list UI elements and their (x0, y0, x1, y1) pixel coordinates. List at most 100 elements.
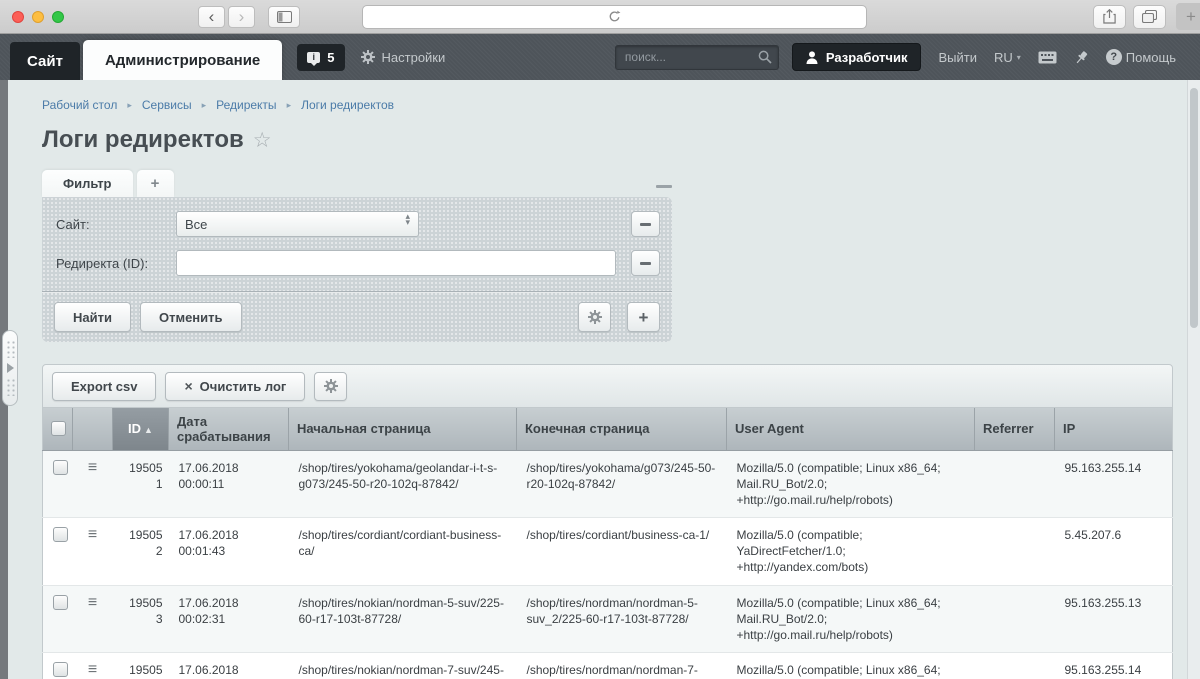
row-checkbox[interactable] (53, 527, 68, 542)
cell-date: 17.06.2018 00:03:19 (169, 653, 289, 679)
select-all-checkbox[interactable] (51, 421, 66, 436)
sidebar-toggle-button[interactable] (268, 6, 300, 28)
tab-overview-button[interactable] (1133, 5, 1166, 29)
redirect-id-field-label: Редиректа (ID): (56, 256, 176, 271)
row-menu-icon[interactable]: ≡ (88, 594, 97, 611)
back-button[interactable]: ‹ (198, 6, 225, 28)
table-row: ≡ 195051 17.06.2018 00:00:11 /shop/tires… (43, 450, 1173, 518)
breadcrumb-separator-icon: ▸ (127, 100, 132, 111)
favorite-star-icon[interactable]: ☆ (253, 130, 272, 151)
column-header-id[interactable]: ID▲ (113, 408, 169, 450)
table-row: ≡ 195053 17.06.2018 00:02:31 /shop/tires… (43, 585, 1173, 653)
pin-button[interactable] (1074, 50, 1089, 65)
row-menu-icon[interactable]: ≡ (88, 526, 97, 543)
breadcrumb-link-redirect-logs[interactable]: Логи редиректов (301, 98, 394, 112)
cell-to-url: /shop/tires/nordman/nordman-5-suv_2/225-… (517, 585, 727, 653)
column-header-to[interactable]: Конечная страница (517, 408, 727, 450)
question-glyph: ? (1110, 51, 1117, 63)
add-filter-tab-button[interactable]: + (137, 170, 174, 197)
breadcrumb-separator-icon: ▸ (287, 100, 292, 111)
site-select[interactable]: Все ▴▾ (176, 211, 419, 237)
tab-site[interactable]: Сайт (10, 42, 80, 80)
address-bar[interactable] (362, 5, 867, 29)
zoom-window-button[interactable] (52, 11, 64, 23)
breadcrumb: Рабочий стол ▸ Сервисы ▸ Редиректы ▸ Лог… (42, 98, 1166, 112)
cell-ip: 95.163.255.14 (1055, 653, 1173, 679)
remove-site-field-button[interactable] (631, 211, 660, 237)
tab-administration[interactable]: Администрирование (83, 40, 282, 80)
breadcrumb-link-services[interactable]: Сервисы (142, 98, 192, 112)
notifications-badge[interactable]: i 5 (297, 44, 344, 71)
keyboard-icon (1038, 51, 1057, 64)
column-header-date[interactable]: Дата срабатывания (169, 408, 289, 450)
cell-ip: 95.163.255.14 (1055, 450, 1173, 518)
column-header-from[interactable]: Начальная страница (289, 408, 517, 450)
close-window-button[interactable] (12, 11, 24, 23)
page-title: Логи редиректов (42, 126, 244, 154)
row-menu-icon[interactable]: ≡ (88, 661, 97, 678)
search-icon[interactable] (758, 50, 772, 64)
column-header-ip[interactable]: IP (1055, 408, 1173, 450)
minimize-window-button[interactable] (32, 11, 44, 23)
remove-id-field-button[interactable] (631, 250, 660, 276)
settings-label: Настройки (382, 50, 446, 65)
row-checkbox[interactable] (53, 460, 68, 475)
sort-ascending-icon: ▲ (144, 425, 153, 435)
reload-icon[interactable] (608, 10, 621, 23)
filter-tab[interactable]: Фильтр (42, 170, 133, 197)
info-glyph: i (313, 52, 316, 62)
column-header-referrer[interactable]: Referrer (975, 408, 1055, 450)
cell-ip: 5.45.207.6 (1055, 518, 1173, 586)
share-button[interactable] (1093, 5, 1126, 29)
browser-actions: + (1086, 3, 1200, 30)
grid-toolbar: Export csv × Очистить лог (42, 364, 1173, 408)
forward-button[interactable]: › (228, 6, 255, 28)
row-menu-icon[interactable]: ≡ (88, 459, 97, 476)
site-field-label: Сайт: (56, 217, 176, 232)
collapse-filter-button[interactable] (656, 185, 672, 188)
menu-expander-handle[interactable] (2, 330, 18, 406)
user-icon (806, 51, 818, 64)
hotkeys-button[interactable] (1038, 51, 1057, 64)
settings-menu[interactable]: Настройки (361, 50, 446, 65)
cancel-button[interactable]: Отменить (140, 302, 242, 332)
pin-icon (1074, 50, 1089, 65)
gear-icon (588, 310, 602, 324)
user-menu-button[interactable]: Разработчик (792, 43, 922, 71)
export-csv-button[interactable]: Export csv (52, 372, 156, 401)
cell-referrer (975, 518, 1055, 586)
language-dropdown[interactable]: RU ▾ (994, 50, 1021, 65)
find-button-label: Найти (73, 310, 112, 325)
new-tab-button[interactable]: + (1176, 3, 1200, 30)
cell-user-agent: Mozilla/5.0 (compatible; YaDirectFetcher… (727, 518, 975, 586)
clear-log-button[interactable]: × Очистить лог (165, 372, 305, 401)
find-button[interactable]: Найти (54, 302, 131, 332)
cell-to-url: /shop/tires/nordman/nordman-7-suv/245-65… (517, 653, 727, 679)
column-header-user-agent[interactable]: User Agent (727, 408, 975, 450)
row-checkbox[interactable] (53, 662, 68, 677)
row-checkbox[interactable] (53, 595, 68, 610)
page-scrollbar[interactable] (1187, 80, 1200, 679)
user-name-label: Разработчик (826, 50, 908, 65)
cell-date: 17.06.2018 00:02:31 (169, 585, 289, 653)
cell-user-agent: Mozilla/5.0 (compatible; Linux x86_64; M… (727, 450, 975, 518)
breadcrumb-link-desktop[interactable]: Рабочий стол (42, 98, 117, 112)
filter-panel: Фильтр + Сайт: Все ▴▾ Редиректа (ID): (42, 170, 672, 342)
logout-link[interactable]: Выйти (938, 50, 977, 65)
search-input[interactable] (615, 45, 779, 70)
language-label: RU (994, 50, 1013, 65)
scrollbar-thumb[interactable] (1190, 88, 1198, 328)
cell-referrer (975, 585, 1055, 653)
filter-settings-button[interactable] (578, 302, 611, 332)
sidebar-icon (277, 11, 292, 23)
cancel-button-label: Отменить (159, 310, 223, 325)
help-link[interactable]: ? Помощь (1106, 49, 1176, 65)
redirect-id-input[interactable] (176, 250, 616, 276)
cell-user-agent: Mozilla/5.0 (compatible; Linux x86_64; M… (727, 585, 975, 653)
add-filter-field-button[interactable]: + (627, 302, 660, 332)
grid-settings-button[interactable] (314, 372, 347, 401)
logout-label: Выйти (938, 50, 977, 65)
breadcrumb-link-redirects[interactable]: Редиректы (216, 98, 276, 112)
filter-tab-label: Фильтр (63, 176, 112, 191)
clear-log-label: Очистить лог (200, 379, 287, 394)
